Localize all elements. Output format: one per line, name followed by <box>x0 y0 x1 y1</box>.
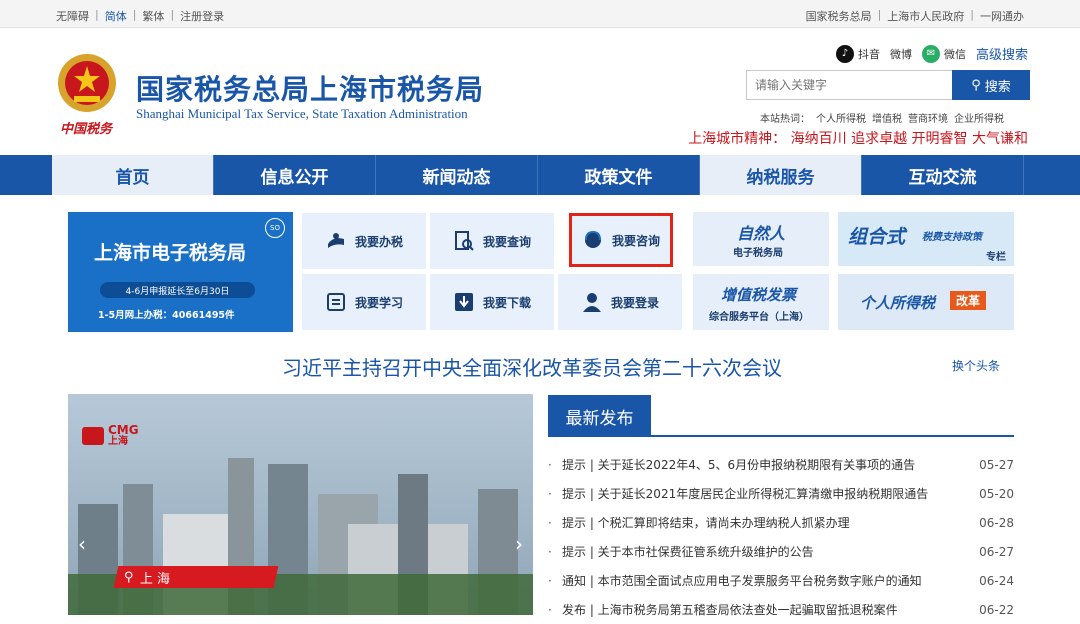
consult-button[interactable]: 我要咨询 <box>569 213 673 267</box>
site-title-en: Shanghai Municipal Tax Service, State Ta… <box>136 106 468 121</box>
site-header: 中国税务 国家税务总局上海市税务局 Shanghai Municipal Tax… <box>0 28 1080 155</box>
site-title[interactable]: 国家税务总局上海市税务局 <box>136 68 484 108</box>
cmg-logo-icon <box>82 427 104 445</box>
list-item[interactable]: · 提示 | 个税汇算即将结束，请尚未办理纳税人抓紧办理 06-28 <box>548 508 1014 537</box>
handle-tax-icon <box>325 230 347 252</box>
query-button[interactable]: 我要查询 <box>430 213 554 269</box>
e-tax-bureau-card[interactable]: SO 上海市电子税务局 4-6月申报延长至6月30日 1-5月网上办税：4066… <box>68 212 293 332</box>
download-icon <box>453 291 475 313</box>
download-button[interactable]: 我要下载 <box>430 274 554 330</box>
list-item[interactable]: · 发布 | 上海市税务局第五稽查局依法查处一起骗取留抵退税案件 06-22 <box>548 595 1014 624</box>
user-icon <box>581 291 603 313</box>
tax-emblem-icon <box>58 54 116 112</box>
book-icon <box>325 291 347 313</box>
nav-interaction[interactable]: 互动交流 <box>862 155 1024 195</box>
handle-tax-button[interactable]: 我要办税 <box>302 213 426 269</box>
hot-keyword[interactable]: 增值税 <box>872 110 902 125</box>
utility-bar: 无障碍 | 简体 | 繁体 | 注册登录 国家税务总局 | 上海市人民政府 | 一网通办 <box>0 0 1080 28</box>
main-nav: 首页 信息公开 新闻动态 政策文件 纳税服务 互动交流 <box>0 155 1080 195</box>
weibo-link[interactable]: 微博 <box>890 46 912 62</box>
one-network-link[interactable]: 一网通办 <box>980 8 1024 24</box>
simplified-chinese-link[interactable]: 简体 <box>105 8 127 24</box>
list-item[interactable]: · 通知 | 本市范围全面试点应用电子发票服务平台税务数字账户的通知 06-24 <box>548 566 1014 595</box>
hot-keyword[interactable]: 营商环境 <box>908 110 948 125</box>
accessibility-link[interactable]: 无障碍 <box>56 8 89 24</box>
individual-income-tax-reform-tile[interactable]: 个人所得税 改革 <box>838 274 1014 330</box>
login-button[interactable]: 我要登录 <box>558 274 682 330</box>
register-login-link[interactable]: 注册登录 <box>180 8 224 24</box>
latest-news-list: · 提示 | 关于延长2022年4、5、6月份申报纳税期限有关事项的通告 05-27… <box>548 450 1014 624</box>
news-video-panel[interactable]: CMG 上海 ‹ › ⚲ 上 海 <box>68 394 533 615</box>
nav-tax-service[interactable]: 纳税服务 <box>700 155 862 195</box>
prev-arrow-icon[interactable]: ‹ <box>78 532 86 556</box>
list-item[interactable]: · 提示 | 关于延长2022年4、5、6月份申报纳税期限有关事项的通告 05-27 <box>548 450 1014 479</box>
china-tax-brand-mark: 中国税务 <box>60 122 113 137</box>
douyin-link[interactable]: ♪ 抖音 <box>835 44 880 63</box>
list-item[interactable]: · 提示 | 关于本市社保费征管系统升级维护的公告 06-27 <box>548 537 1014 566</box>
nav-policy-docs[interactable]: 政策文件 <box>538 155 700 195</box>
douyin-icon: ♪ <box>835 44 854 63</box>
search-input[interactable] <box>746 70 952 100</box>
nav-home[interactable]: 首页 <box>52 155 214 195</box>
natural-person-etax-tile[interactable]: 自然人 电子税务局 <box>693 212 829 266</box>
next-arrow-icon[interactable]: › <box>515 532 523 556</box>
hot-keyword[interactable]: 个人所得税 <box>816 110 866 125</box>
online-count: 1-5月网上办税：40661495件 <box>98 310 235 321</box>
search-button[interactable]: ⚲ 搜索 <box>952 70 1030 100</box>
change-headline-link[interactable]: 换个头条 <box>952 357 1000 374</box>
location-pin-icon: ⚲ <box>124 569 134 585</box>
sta-link[interactable]: 国家税务总局 <box>806 8 872 24</box>
wechat-link[interactable]: ✉ 微信 <box>921 44 966 63</box>
learn-button[interactable]: 我要学习 <box>302 274 426 330</box>
list-item[interactable]: · 提示 | 关于延长2021年度居民企业所得税汇算清缴申报纳税期限通告 05-20 <box>548 479 1014 508</box>
nav-news[interactable]: 新闻动态 <box>376 155 538 195</box>
social-links: ♪ 抖音 微博 ✉ 微信 高级搜索 <box>835 44 1028 63</box>
so-badge-icon: SO <box>265 218 285 238</box>
latest-news-tab[interactable]: 最新发布 <box>548 395 651 437</box>
location-tag: ⚲ 上 海 <box>113 566 279 588</box>
hot-keyword[interactable]: 企业所得税 <box>954 110 1004 125</box>
cmg-logo: CMG 上海 <box>82 424 139 448</box>
top-headline[interactable]: 习近平主持召开中央全面深化改革委员会第二十六次会议 <box>282 352 782 381</box>
advanced-search-link[interactable]: 高级搜索 <box>976 44 1028 63</box>
search-bar: ⚲ 搜索 <box>746 70 1030 100</box>
wechat-icon: ✉ <box>921 44 940 63</box>
document-search-icon <box>453 230 475 252</box>
search-icon: ⚲ <box>971 77 981 93</box>
shanghai-gov-link[interactable]: 上海市人民政府 <box>887 8 964 24</box>
e-tax-title: 上海市电子税务局 <box>94 242 247 264</box>
vat-invoice-platform-tile[interactable]: 增值税发票 综合服务平台（上海） <box>693 274 829 330</box>
city-spirit-slogan: 上海城市精神： 海纳百川 追求卓越 开明睿智 大气谦和 <box>688 131 1028 147</box>
latest-news-header: 最新发布 <box>548 395 1014 437</box>
hot-keywords: 本站热词： 个人所得税 增值税 营商环境 企业所得税 <box>760 110 1004 125</box>
deadline-pill: 4-6月申报延长至6月30日 <box>100 282 255 298</box>
headset-icon <box>582 229 604 251</box>
combined-tax-policy-tile[interactable]: 组合式 税费支持政策 专栏 <box>838 212 1014 266</box>
nav-info-disclosure[interactable]: 信息公开 <box>214 155 376 195</box>
traditional-chinese-link[interactable]: 繁体 <box>142 8 164 24</box>
